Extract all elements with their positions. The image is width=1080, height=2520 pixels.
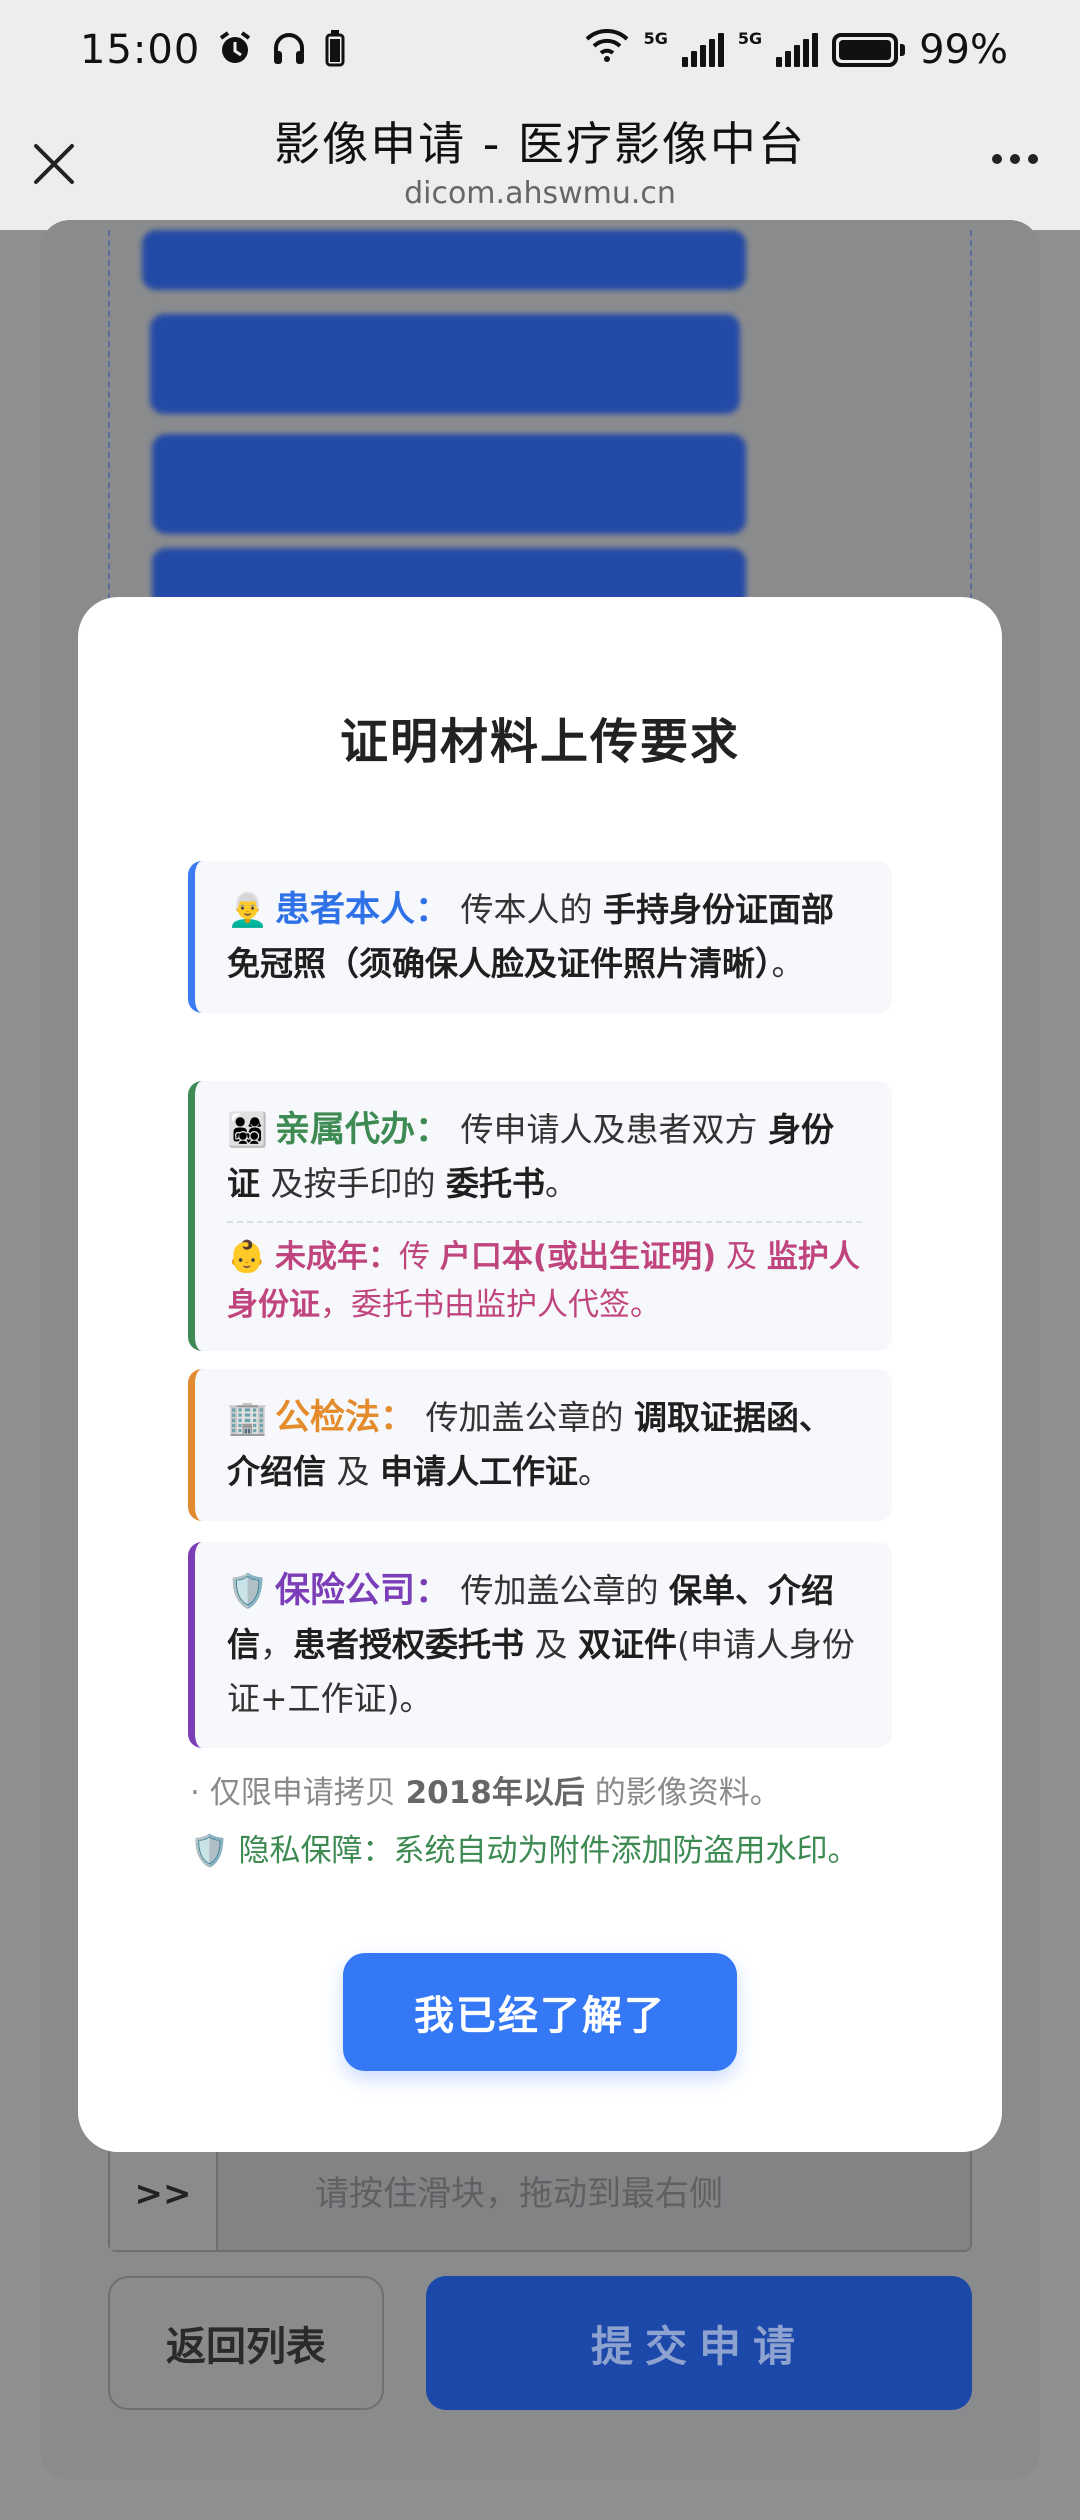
alarm-icon (216, 29, 254, 71)
signal-5g-icon (776, 33, 819, 67)
relative-text-end: 。 (544, 1164, 578, 1203)
police-label: 公检法： (275, 1398, 416, 1438)
insurance-text-3: 及 (524, 1625, 578, 1664)
status-time: 15:00 (80, 27, 201, 73)
year-note-post: 的影像资料。 (584, 1775, 781, 1811)
battery-percent: 99% (919, 27, 1008, 73)
police-text: 传加盖公章的 (415, 1398, 634, 1437)
baby-icon: 👶 (227, 1239, 267, 1275)
minor-text: 传 (399, 1239, 440, 1275)
relative-text: 传申请人及患者双方 (450, 1110, 768, 1149)
page-title: 影像申请 - 医疗影像中台 (274, 117, 806, 171)
year-restriction-note: · 仅限申请拷贝 2018年以后 的影像资料。 (190, 1767, 781, 1812)
slider-hint: 请按住滑块，拖动到最右侧 (315, 2174, 723, 2214)
year-note-pre: · 仅限申请拷贝 (190, 1775, 406, 1811)
elderly-person-icon: 👨‍🦳 (227, 890, 269, 929)
year-note-bold: 2018年以后 (405, 1775, 585, 1811)
requirement-patient: 👨‍🦳 患者本人： 传本人的 手持身份证面部免冠照（须确保人脸及证件照片清晰）。 (188, 861, 892, 1013)
relative-text-2: 及按手印的 (260, 1164, 446, 1203)
privacy-note-text: 隐私保障：系统自动为附件添加防盗用水印。 (228, 1833, 859, 1869)
battery-icon (832, 33, 906, 67)
minor-label: 未成年： (275, 1239, 399, 1275)
relative-label: 亲属代办： (275, 1110, 451, 1150)
requirements-modal: 证明材料上传要求 👨‍🦳 患者本人： 传本人的 手持身份证面部免冠照（须确保人脸及… (78, 597, 1002, 2152)
blurred-option (142, 230, 746, 290)
office-building-icon: 🏢 (227, 1398, 269, 1437)
police-text-end: 。 (577, 1452, 611, 1491)
minor-note: 👶 未成年：传 户口本(或出生证明) 及 监护人身份证，委托书由监护人代签。 (227, 1221, 862, 1329)
requirement-police: 🏢 公检法： 传加盖公章的 调取证据函、介绍信 及 申请人工作证。 (188, 1369, 892, 1521)
minor-text-2: 及 (716, 1239, 767, 1275)
modal-title: 证明材料上传要求 (339, 714, 740, 770)
submit-application-button[interactable]: 提交申请 (426, 2276, 972, 2410)
insurance-bold-dual-id: 双证件 (577, 1625, 677, 1664)
family-icon: 👨‍👩‍👧‍👦 (227, 1110, 269, 1149)
insurance-text: 传加盖公章的 (450, 1571, 669, 1610)
patient-label: 患者本人： (275, 890, 451, 930)
insurance-label: 保险公司： (275, 1571, 451, 1611)
page-url: dicom.ahswmu.cn (404, 176, 676, 211)
minor-text-end: ，委托书由监护人代签。 (320, 1287, 661, 1323)
more-options-icon[interactable] (992, 154, 1038, 164)
insurance-text-2: ， (260, 1625, 293, 1664)
patient-text-end: 。 (771, 944, 805, 983)
network-label-2: 5G (737, 28, 763, 48)
slider-handle[interactable]: >> (110, 2138, 218, 2250)
police-bold-workcard: 申请人工作证 (379, 1452, 578, 1491)
blurred-option (152, 434, 746, 534)
acknowledge-button[interactable]: 我已经了解了 (343, 1953, 737, 2071)
blurred-option (150, 314, 740, 414)
requirement-insurance: 🛡️ 保险公司： 传加盖公章的 保单、介绍信，患者授权委托书 及 双证件(申请人身… (188, 1542, 892, 1748)
patient-text: 传本人的 (450, 890, 603, 929)
signal-5g-icon (681, 33, 724, 67)
battery-small-icon (324, 29, 346, 71)
back-to-list-button[interactable]: 返回列表 (108, 2276, 384, 2410)
insurance-bold-authorization: 患者授权委托书 (293, 1625, 524, 1664)
relative-bold-proxy: 委托书 (445, 1164, 545, 1203)
headphones-icon (270, 29, 308, 71)
browser-header: 影像申请 - 医疗影像中台 dicom.ahswmu.cn (0, 100, 1080, 230)
network-label-1: 5G (643, 28, 668, 48)
police-text-2: 及 (326, 1452, 380, 1491)
slider-verification[interactable]: >> 请按住滑块，拖动到最右侧 (108, 2136, 972, 2252)
status-bar: 15:00 5G 5G 99% (0, 0, 1080, 100)
wifi-icon (584, 26, 630, 74)
shield-icon: 🛡️ (190, 1833, 229, 1869)
shield-icon: 🛡️ (227, 1571, 269, 1610)
privacy-note: 🛡️ 隐私保障：系统自动为附件添加防盗用水印。 (190, 1825, 858, 1870)
requirement-relative: 👨‍👩‍👧‍👦 亲属代办： 传申请人及患者双方 身份证 及按手印的 委托书。 👶 未… (188, 1081, 892, 1351)
minor-bold-hukou: 户口本(或出生证明) (439, 1239, 717, 1275)
